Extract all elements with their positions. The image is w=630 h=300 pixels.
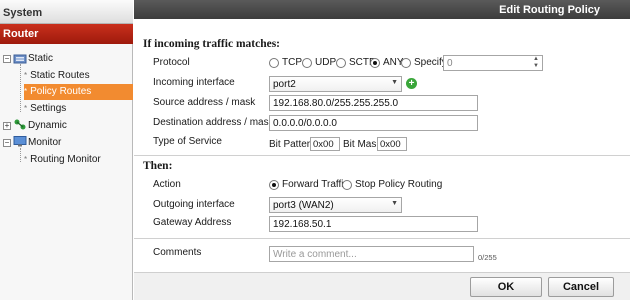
protocol-udp-label: UDP xyxy=(315,57,337,68)
forward-traffic-radio[interactable] xyxy=(269,180,279,190)
expand-dynamic-icon[interactable]: + xyxy=(3,122,11,130)
spinner-arrows-icon[interactable]: ▲ ▼ xyxy=(533,56,539,70)
sidebar-item-dynamic[interactable]: Dynamic xyxy=(28,118,67,134)
bit-pattern-input[interactable]: 0x00 xyxy=(310,137,340,151)
outgoing-interface-label: Outgoing interface xyxy=(153,199,235,210)
destination-address-label: Destination address / mask xyxy=(153,117,274,128)
protocol-number-value: 0 xyxy=(447,58,453,69)
tree-line xyxy=(20,148,21,162)
add-interface-icon[interactable]: + xyxy=(406,78,417,89)
protocol-sctp-radio[interactable] xyxy=(336,58,346,68)
forward-traffic-label: Forward Traffic xyxy=(282,179,349,190)
sidebar-item-label: Policy Routes xyxy=(30,86,92,97)
section-divider xyxy=(134,238,630,239)
leaf-bullet-icon: * xyxy=(24,104,28,113)
bit-mask-label: Bit Mask xyxy=(343,139,382,150)
sidebar-item-policy-routes[interactable]: * Policy Routes xyxy=(24,84,133,100)
dynamic-routing-icon xyxy=(14,119,26,130)
collapse-monitor-icon[interactable]: − xyxy=(3,139,11,147)
destination-address-input[interactable]: 0.0.0.0/0.0.0.0 xyxy=(269,115,478,131)
then-heading: Then: xyxy=(143,160,173,172)
action-label: Action xyxy=(153,179,181,190)
sidebar-item-static-routes[interactable]: * Static Routes xyxy=(24,68,90,84)
system-section-header[interactable]: System xyxy=(0,0,133,24)
monitor-icon xyxy=(13,136,27,147)
protocol-specify-label: Specify xyxy=(414,57,447,68)
tree-line xyxy=(20,64,21,112)
bit-pattern-label: Bit Pattern xyxy=(269,139,316,150)
leaf-bullet-icon: * xyxy=(24,155,28,164)
leaf-bullet-icon: * xyxy=(24,87,28,96)
protocol-udp-radio[interactable] xyxy=(302,58,312,68)
source-address-label: Source address / mask xyxy=(153,97,256,108)
sidebar-item-label: Monitor xyxy=(28,137,62,148)
router-section-header[interactable]: Router xyxy=(0,24,133,44)
comment-char-counter: 0/255 xyxy=(478,253,497,262)
protocol-any-radio[interactable] xyxy=(370,58,380,68)
edit-routing-policy-dialog: Edit Routing Policy If incoming traffic … xyxy=(134,0,630,300)
dialog-title: Edit Routing Policy xyxy=(134,0,630,19)
protocol-tcp-radio[interactable] xyxy=(269,58,279,68)
incoming-interface-label: Incoming interface xyxy=(153,77,235,88)
type-of-service-label: Type of Service xyxy=(153,136,222,147)
leaf-bullet-icon: * xyxy=(24,71,28,80)
sidebar-item-label: Static xyxy=(28,53,54,64)
sidebar-item-label: Settings xyxy=(30,103,67,114)
static-routes-folder-icon xyxy=(13,54,27,64)
protocol-specify-radio[interactable] xyxy=(401,58,411,68)
incoming-traffic-heading: If incoming traffic matches: xyxy=(143,38,281,50)
outgoing-interface-value: port3 (WAN2) xyxy=(273,200,334,211)
section-divider xyxy=(134,155,630,156)
outgoing-interface-select[interactable]: port3 (WAN2) ▼ xyxy=(269,197,402,213)
protocol-number-input[interactable]: 0 ▲ ▼ xyxy=(443,55,543,71)
sidebar-item-label: Routing Monitor xyxy=(30,154,101,165)
protocol-tcp-label: TCP xyxy=(282,57,302,68)
cancel-button[interactable]: Cancel xyxy=(548,277,614,297)
incoming-interface-select[interactable]: port2 ▼ xyxy=(269,76,402,92)
stop-policy-routing-label: Stop Policy Routing xyxy=(355,179,443,190)
source-address-input[interactable]: 192.168.80.0/255.255.255.0 xyxy=(269,95,478,111)
sidebar-item-monitor[interactable]: Monitor xyxy=(28,135,61,151)
chevron-down-icon: ▼ xyxy=(391,79,398,86)
bit-mask-input[interactable]: 0x00 xyxy=(377,137,407,151)
sidebar-item-label: Dynamic xyxy=(28,120,67,131)
side-navigation: System Router − Static * Static Routes * P… xyxy=(0,0,133,300)
gateway-address-input[interactable]: 192.168.50.1 xyxy=(269,216,478,232)
protocol-label: Protocol xyxy=(153,57,190,68)
comments-textarea[interactable]: Write a comment... xyxy=(269,246,474,262)
collapse-static-icon[interactable]: − xyxy=(3,55,11,63)
gateway-address-label: Gateway Address xyxy=(153,217,232,228)
comments-label: Comments xyxy=(153,247,202,258)
incoming-interface-value: port2 xyxy=(273,79,296,90)
ok-button[interactable]: OK xyxy=(470,277,542,297)
sidebar-item-static[interactable]: Static xyxy=(28,51,53,67)
dialog-footer: OK Cancel xyxy=(134,272,630,300)
sidebar-item-routing-monitor[interactable]: * Routing Monitor xyxy=(24,152,101,168)
chevron-down-icon: ▼ xyxy=(391,200,398,207)
sidebar-item-label: Static Routes xyxy=(30,70,90,81)
stop-policy-routing-radio[interactable] xyxy=(342,180,352,190)
sidebar-item-settings[interactable]: * Settings xyxy=(24,101,66,117)
